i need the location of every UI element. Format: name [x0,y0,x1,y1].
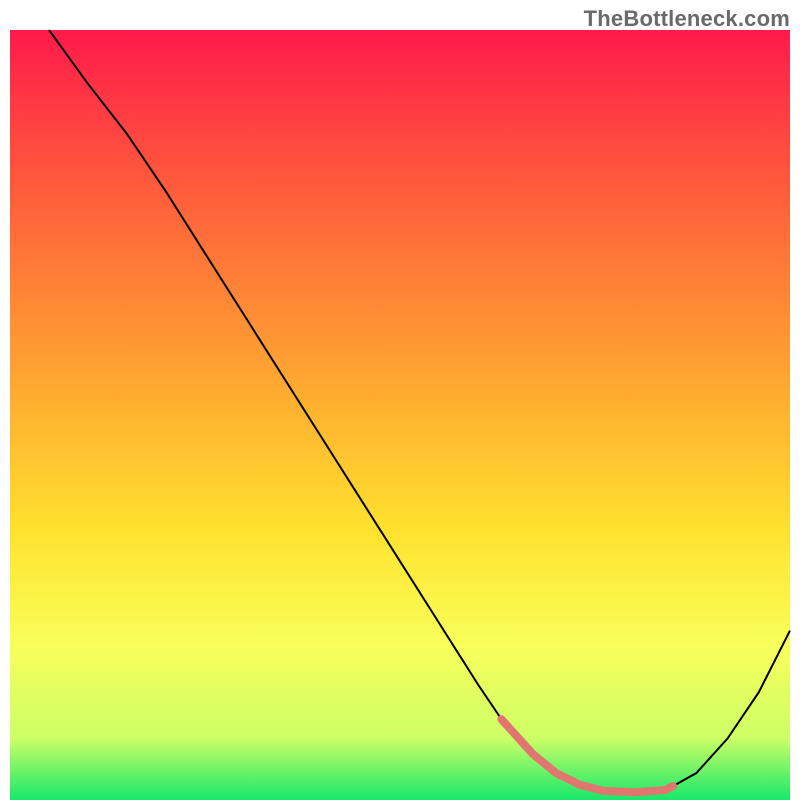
watermark-text: TheBottleneck.com [584,6,790,32]
plot-svg [10,30,790,800]
chart-canvas: TheBottleneck.com [0,0,800,800]
plot-background-gradient [10,30,790,800]
